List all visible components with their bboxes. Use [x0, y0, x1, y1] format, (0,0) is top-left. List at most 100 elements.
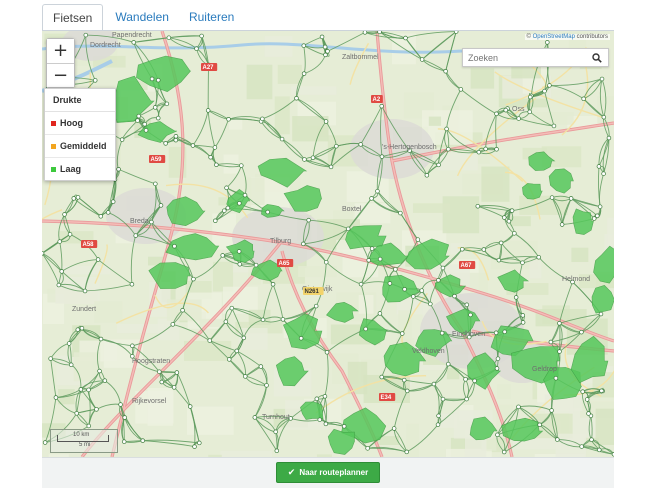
map-footer: ✔ Naar routeplanner	[42, 457, 614, 488]
route-node	[242, 192, 248, 198]
legend-swatch-green	[51, 166, 56, 172]
route-node	[82, 288, 88, 294]
route-node	[536, 254, 541, 260]
legend-label: Laag	[60, 164, 82, 174]
route-node	[220, 253, 225, 258]
legend-label: Gemiddeld	[60, 141, 107, 151]
route-node	[68, 362, 74, 368]
route-node	[66, 341, 72, 346]
field-patch	[248, 309, 271, 326]
route-node	[260, 317, 266, 323]
tab-ruiteren[interactable]: Ruiteren	[179, 4, 244, 30]
route-node	[164, 101, 170, 107]
route-node	[157, 369, 162, 374]
route-node	[404, 388, 410, 394]
zoom-in-button[interactable]: +	[47, 39, 74, 63]
route-node	[391, 426, 397, 431]
route-node	[579, 444, 584, 449]
route-node	[83, 32, 89, 38]
route-node	[402, 287, 407, 292]
route-node	[494, 147, 499, 152]
route-node	[301, 43, 307, 48]
legend-label: Hoog	[60, 118, 83, 128]
route-node	[547, 83, 552, 88]
route-node	[398, 210, 403, 216]
route-node	[403, 35, 408, 41]
transport-tabs: Fietsen Wandelen Ruiteren	[42, 4, 244, 32]
route-node	[236, 249, 242, 254]
route-node	[472, 378, 477, 384]
route-node	[495, 432, 500, 438]
route-node	[129, 282, 135, 287]
route-node	[463, 377, 468, 382]
field-patch	[116, 324, 165, 334]
route-node	[319, 34, 325, 40]
route-node	[443, 68, 448, 74]
route-node	[369, 196, 374, 201]
field-patch	[412, 203, 451, 213]
field-patch	[470, 68, 495, 89]
route-node	[62, 212, 67, 217]
scale-label-km: 10 km	[73, 432, 90, 438]
route-node	[527, 109, 532, 115]
legend-item-laag: Laag	[45, 158, 115, 180]
field-patch	[157, 318, 180, 341]
route-node	[135, 118, 140, 123]
route-node	[393, 267, 398, 272]
route-node	[163, 141, 168, 146]
route-node	[191, 276, 196, 282]
tab-wandelen[interactable]: Wandelen	[105, 4, 179, 30]
route-node	[557, 321, 562, 326]
route-node	[527, 94, 533, 100]
route-node	[453, 31, 459, 34]
route-node	[323, 52, 328, 58]
route-node	[149, 219, 154, 225]
field-patch	[277, 64, 302, 84]
field-patch	[428, 116, 442, 126]
route-node	[323, 421, 329, 427]
route-node	[121, 439, 127, 444]
route-map[interactable]: Papendrecht Dordrecht Zaltbommel 's-Hertoge…	[42, 31, 614, 457]
route-node	[214, 162, 219, 168]
route-node	[258, 364, 264, 369]
place-label: Rijkevorsel	[132, 398, 167, 405]
green-area	[572, 208, 594, 235]
route-node	[116, 166, 121, 172]
route-node	[118, 402, 123, 407]
route-node	[260, 116, 265, 122]
tab-fietsen[interactable]: Fietsen	[42, 4, 104, 32]
map-canvas[interactable]: Papendrecht Dordrecht Zaltbommel 's-Hertoge…	[42, 31, 614, 457]
route-node	[549, 408, 554, 413]
osm-link[interactable]: OpenStreetMap	[533, 34, 575, 40]
route-node	[324, 259, 329, 265]
route-planner-label: Naar routeplanner	[299, 468, 369, 477]
field-patch	[274, 96, 290, 135]
route-node	[205, 108, 211, 113]
field-patch	[442, 196, 480, 234]
route-node	[502, 329, 507, 335]
route-node	[568, 196, 574, 201]
route-node	[192, 444, 197, 449]
route-node	[549, 195, 555, 200]
route-node	[431, 381, 437, 387]
route-node	[377, 311, 383, 316]
route-planner-button[interactable]: ✔ Naar routeplanner	[276, 462, 380, 483]
route-node	[234, 348, 240, 354]
route-node	[419, 57, 425, 62]
search-input[interactable]	[463, 50, 588, 65]
route-node	[86, 387, 91, 393]
map-search	[462, 48, 609, 67]
green-area	[522, 183, 543, 200]
place-label: Eindhoven	[452, 331, 485, 338]
place-label: Oss	[512, 106, 525, 113]
magnifier-icon[interactable]	[588, 49, 606, 66]
route-node	[237, 201, 242, 206]
route-node	[579, 329, 584, 335]
place-label: 's-Hertogenbosch	[382, 144, 437, 151]
route-node	[548, 339, 554, 345]
route-node	[273, 429, 278, 435]
route-node	[377, 31, 382, 35]
route-node	[598, 311, 604, 317]
route-node	[48, 356, 53, 361]
zoom-out-button[interactable]: −	[47, 63, 74, 87]
